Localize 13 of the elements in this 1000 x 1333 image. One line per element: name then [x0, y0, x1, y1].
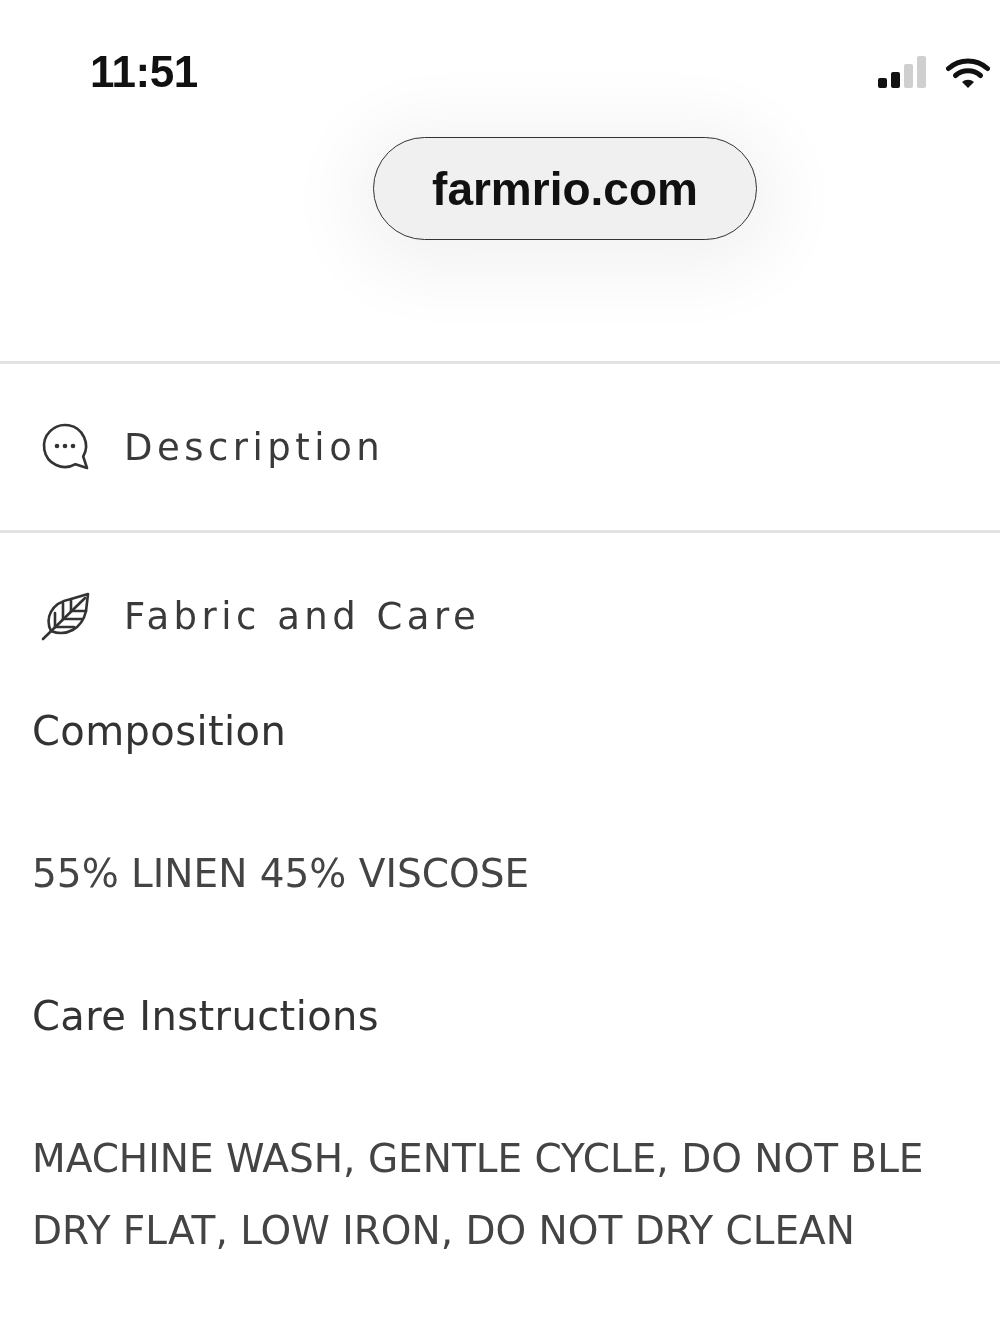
detail-text: 55% LINEN 45% VISCOSE — [32, 850, 530, 898]
status-time: 11:51 — [90, 50, 198, 94]
detail-text: DRY FLAT, LOW IRON, DO NOT DRY CLEAN — [32, 1207, 855, 1255]
detail-text: MACHINE WASH, GENTLE CYCLE, DO NOT BLE — [32, 1135, 924, 1183]
leaf-icon — [41, 591, 91, 641]
address-bar[interactable]: farmrio.com — [373, 137, 757, 240]
wifi-icon — [946, 55, 990, 89]
accordion-header[interactable]: Fabric and Care — [0, 533, 1000, 699]
accordion-header[interactable]: Description — [0, 364, 1000, 530]
signal-icon — [878, 56, 926, 88]
detail-heading: Composition — [32, 707, 287, 756]
detail-heading: Care Instructions — [32, 992, 380, 1041]
chat-bubble-icon — [41, 422, 91, 472]
